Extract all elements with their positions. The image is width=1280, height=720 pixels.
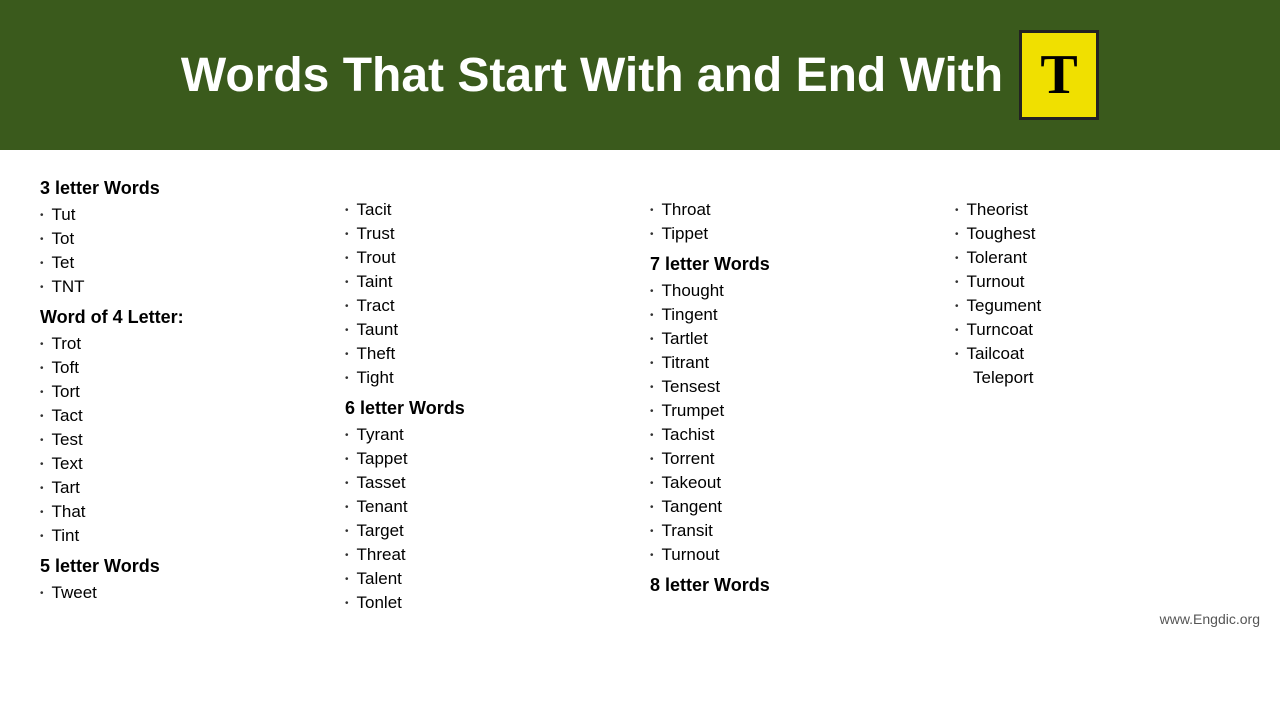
list-4letter: Trot Toft Tort Tact Test Text Tart That … [40,332,325,548]
list-item: Tachist [650,423,935,447]
list-item: Tonlet [345,591,630,615]
list-item: Tacit [345,198,630,222]
list-item: TNT [40,275,325,299]
page-header: Words That Start With and End With T [0,0,1280,150]
list-item: Tet [40,251,325,275]
list-item: Tailcoat [955,342,1240,366]
list-item: Tartlet [650,327,935,351]
list-item: Tingent [650,303,935,327]
list-item: Tensest [650,375,935,399]
header-text: Words That Start With and End With [181,48,1003,103]
list-item: Trust [345,222,630,246]
list-item: Tangent [650,495,935,519]
column-4: Theorist Toughest Tolerant Turnout Tegum… [945,170,1250,615]
heading-8letter: 8 letter Words [650,575,935,596]
list-item: Test [40,428,325,452]
list-item: Trumpet [650,399,935,423]
list-item: Tot [40,227,325,251]
list-7letter: Thought Tingent Tartlet Titrant Tensest … [650,279,935,567]
list-item: Theft [345,342,630,366]
list-item: Taunt [345,318,630,342]
list-item: Tract [345,294,630,318]
list-item: Tyrant [345,423,630,447]
list-8letter: Theorist Toughest Tolerant Turnout Tegum… [955,198,1240,366]
list-item: Takeout [650,471,935,495]
list-item: Talent [345,567,630,591]
list-5letter: Tweet [40,581,325,605]
list-item: Tint [40,524,325,548]
header-title: Words That Start With and End With T [181,30,1099,120]
heading-4letter: Word of 4 Letter: [40,307,325,328]
list-item: Tappet [345,447,630,471]
list-item: Transit [650,519,935,543]
column-1: 3 letter Words Tut Tot Tet TNT Word of 4… [30,170,335,615]
list-item: Tenant [345,495,630,519]
heading-5letter: 5 letter Words [40,556,325,577]
list-item: Theorist [955,198,1240,222]
heading-6letter: 6 letter Words [345,398,630,419]
list-item: Tweet [40,581,325,605]
list-item: Tut [40,203,325,227]
list-5letter-cont2: Throat Tippet [650,198,935,246]
list-6letter: Tyrant Tappet Tasset Tenant Target Threa… [345,423,630,615]
heading-3letter: 3 letter Words [40,178,325,199]
list-3letter: Tut Tot Tet TNT [40,203,325,299]
column-2: Tacit Trust Trout Taint Tract Taunt Thef… [335,170,640,615]
list-item: Taint [345,270,630,294]
list-item: Trot [40,332,325,356]
list-item: Tegument [955,294,1240,318]
list-item: Tasset [345,471,630,495]
list-item: Toft [40,356,325,380]
heading-7letter: 7 letter Words [650,254,935,275]
main-content: 3 letter Words Tut Tot Tet TNT Word of 4… [0,150,1280,635]
list-item: Turnout [955,270,1240,294]
list-item: That [40,500,325,524]
list-item: Toughest [955,222,1240,246]
list-item: Tight [345,366,630,390]
list-item: Tolerant [955,246,1240,270]
list-item: Trout [345,246,630,270]
t-badge: T [1019,30,1099,120]
list-item: Text [40,452,325,476]
list-item: Threat [345,543,630,567]
list-item: Thought [650,279,935,303]
list-item: Target [345,519,630,543]
list-item: Titrant [650,351,935,375]
list-item: Tart [40,476,325,500]
list-item: Turncoat [955,318,1240,342]
list-item: Tippet [650,222,935,246]
list-item: Tort [40,380,325,404]
column-3: Throat Tippet 7 letter Words Thought Tin… [640,170,945,615]
list-item: Torrent [650,447,935,471]
list-item: Tact [40,404,325,428]
list-5letter-cont: Tacit Trust Trout Taint Tract Taunt Thef… [345,198,630,390]
teleport-word: Teleport [955,366,1240,390]
footer-url: www.Engdic.org [1160,611,1260,627]
list-item: Turnout [650,543,935,567]
list-item: Throat [650,198,935,222]
